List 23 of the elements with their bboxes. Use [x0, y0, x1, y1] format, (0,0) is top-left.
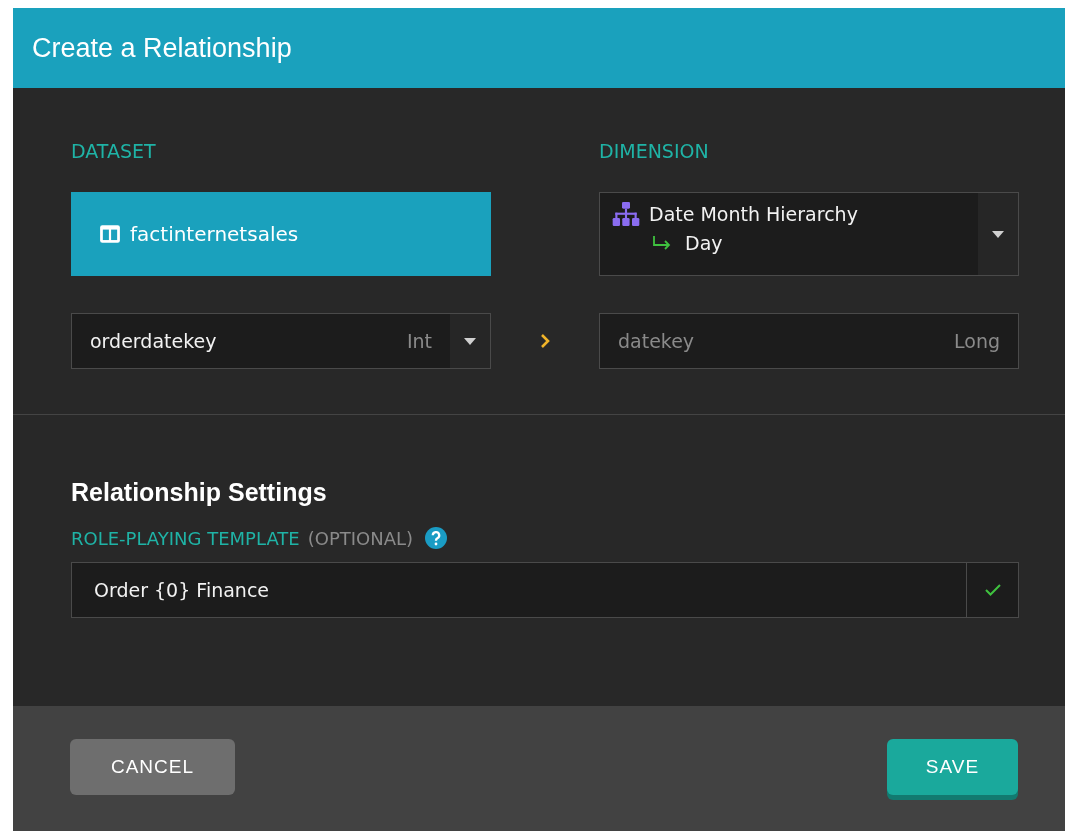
hierarchy-icon — [612, 202, 640, 226]
level-arrow-icon — [652, 236, 672, 250]
cancel-button[interactable]: CANCEL — [70, 739, 235, 795]
chevron-right-icon — [540, 333, 550, 349]
dimension-dropdown[interactable]: Date Month Hierarchy Day — [599, 192, 1019, 276]
section-label: DIMENSION — [599, 140, 710, 164]
level-name: Day — [685, 232, 723, 254]
section-heading: Relationship Settings — [71, 478, 328, 507]
field-label: ROLE-PLAYING TEMPLATE — [71, 527, 300, 549]
table-icon — [99, 224, 121, 244]
optional-note: (OPTIONAL) — [307, 527, 414, 549]
column-name: orderdatekey — [90, 330, 218, 352]
column-dropdown[interactable]: orderdatekey Int — [71, 313, 491, 369]
column-field: datekey Long — [599, 313, 1019, 369]
help-icon — [425, 527, 448, 549]
window-title: Create a Relationship — [32, 32, 292, 64]
hierarchy-name: Date Month Hierarchy — [649, 203, 858, 225]
dataset-name: factinternetsales — [130, 222, 299, 246]
caret-icon — [991, 229, 1005, 239]
template-field[interactable]: Order {0} Finance — [71, 562, 1019, 618]
column-type: Int — [406, 330, 432, 352]
section-label: DATASET — [71, 140, 157, 164]
caret-icon — [463, 336, 477, 346]
